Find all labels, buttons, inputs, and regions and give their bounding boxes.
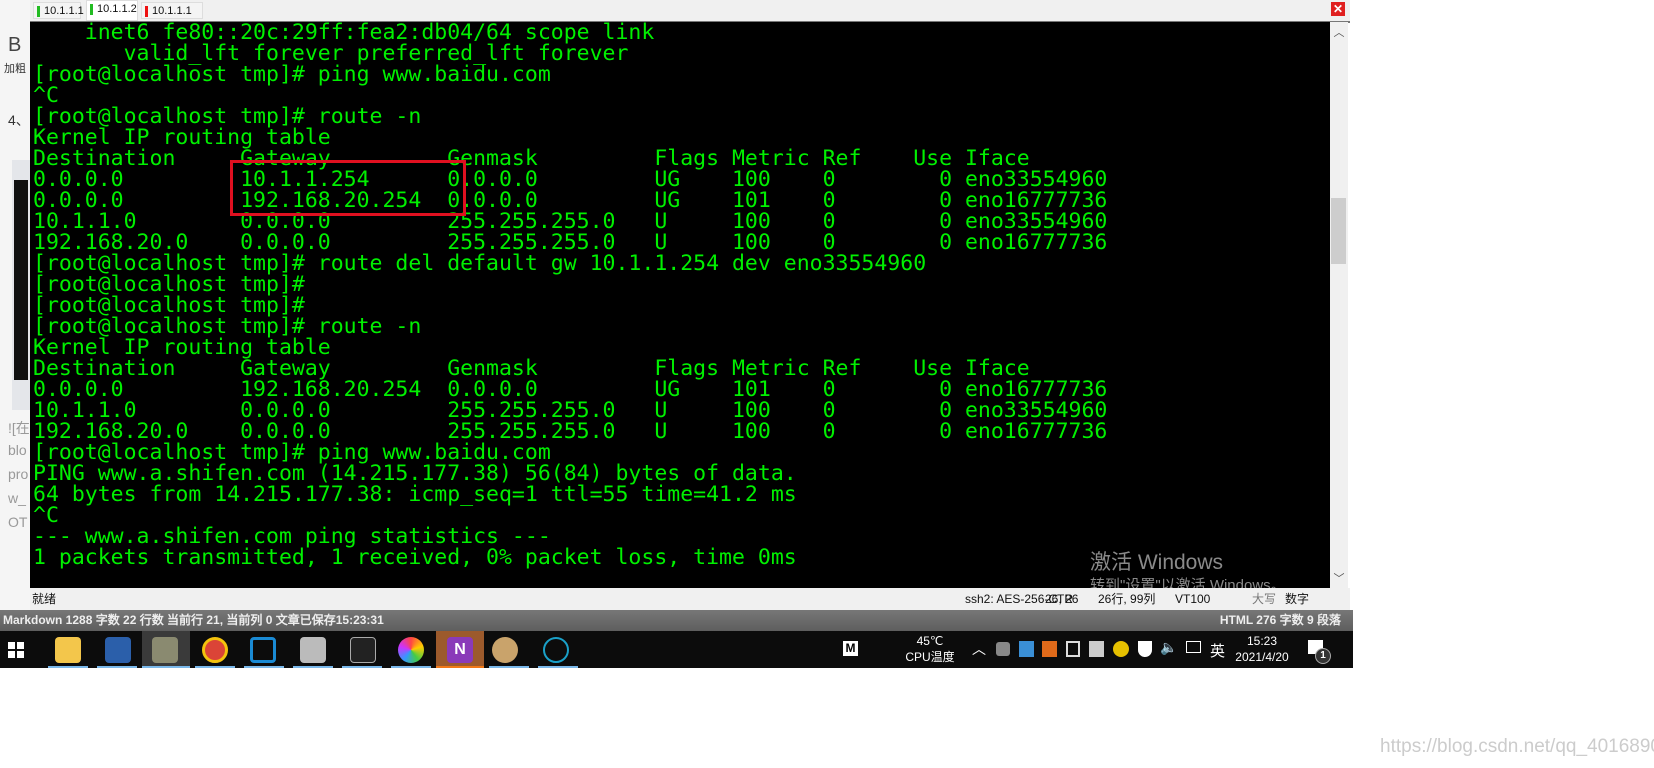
onenote-icon[interactable]: N: [447, 637, 473, 663]
network-icon[interactable]: [1186, 641, 1201, 653]
windows-start-icon[interactable]: [8, 642, 24, 658]
gateway-highlight-box: [230, 160, 466, 216]
csdn-watermark: https://blog.csdn.net/qq_40168905: [1380, 736, 1654, 757]
terminal-lines: inet6 fe80::20c:29ff:fea2:db04/64 scope …: [33, 22, 1107, 568]
status-indicator: [90, 4, 93, 15]
bold-icon[interactable]: B: [8, 34, 21, 57]
v-tray-icon[interactable]: [1089, 641, 1104, 657]
status-num: 数字: [1285, 592, 1310, 606]
terminal-line: 192.168.20.0 0.0.0.0 255.255.255.0 U 100…: [33, 230, 1108, 255]
security-warning-icon[interactable]: [1138, 641, 1152, 657]
paint-icon[interactable]: [492, 637, 518, 663]
tab-label: 10.1.1.1: [44, 5, 84, 17]
clock[interactable]: 15:23 2021/4/20: [1232, 633, 1292, 665]
java-icon[interactable]: [1042, 641, 1057, 657]
status-caps: 大写: [1252, 592, 1277, 606]
session-tab-bar: 10.1.1.1 10.1.1.2 10.1.1.1 (1): [30, 0, 1350, 34]
scroll-up-icon[interactable]: ︿: [1330, 24, 1348, 40]
terminal-line: 64 bytes from 14.215.177.38: icmp_seq=1 …: [33, 482, 797, 507]
terminal-line: [root@localhost tmp]# route -n: [33, 104, 422, 129]
network-tool-icon[interactable]: [300, 637, 326, 663]
cpu-temp-label: CPU温度: [905, 650, 955, 664]
terminal-line: [root@localhost tmp]# route del default …: [33, 251, 927, 276]
plus-tray-icon[interactable]: [1113, 641, 1129, 657]
copy-tray-icon[interactable]: [1066, 641, 1080, 657]
html-stats: HTML 276 字数 9 段落: [1219, 613, 1341, 627]
activation-title: 激活 Windows: [1090, 551, 1224, 574]
snippet: ![在: [8, 420, 30, 436]
tab-10-1-1-1-copy[interactable]: 10.1.1.1 (1): [141, 2, 203, 34]
windows-taskbar: N M 45℃ CPU温度 ︿ 🔈 英 15:23 2021/4/20 1: [0, 631, 1353, 668]
terminal-line: valid_lft forever preferred_lft forever: [33, 41, 629, 66]
snippet: OT: [8, 514, 28, 530]
terminal-line: 10.1.1.0 0.0.0.0 255.255.255.0 U 100 0 0…: [33, 209, 1108, 234]
terminal-line: 10.1.1.0 0.0.0.0 255.255.255.0 U 100 0 0…: [33, 398, 1108, 423]
terminal-line: PING www.a.shifen.com (14.215.177.38) 56…: [33, 461, 797, 486]
status-indicator: [145, 6, 148, 17]
terminal-line: --- www.a.shifen.com ping statistics ---: [33, 524, 551, 549]
terminal-line: Kernel IP routing table: [33, 335, 331, 360]
terminal-line: 192.168.20.0 0.0.0.0 255.255.255.0 U 100…: [33, 419, 1108, 444]
notification-badge: 1: [1315, 648, 1331, 664]
tab-label: 10.1.1.2: [97, 3, 137, 15]
terminal-line: 0.0.0.0 192.168.20.254 0.0.0.0 UG 101 0 …: [33, 188, 1108, 213]
tab-10-1-1-2[interactable]: 10.1.1.2: [86, 0, 138, 21]
close-tab-icon[interactable]: ✕: [1331, 2, 1345, 16]
terminal-line: inet6 fe80::20c:29ff:fea2:db04/64 scope …: [33, 22, 655, 45]
scroll-down-icon[interactable]: ﹀: [1330, 570, 1348, 586]
terminal-line: Destination Gateway Genmask Flags Metric…: [33, 146, 1030, 171]
securecrt-icon[interactable]: [152, 637, 178, 663]
color-app-icon[interactable]: [398, 637, 424, 663]
tab-10-1-1-1[interactable]: 10.1.1.1: [33, 2, 84, 19]
status-cursor: 26, 26: [1045, 592, 1079, 606]
terminal-line: 0.0.0.0 10.1.1.254 0.0.0.0 UG 100 0 0 en…: [33, 167, 1108, 192]
snippet: w_: [8, 490, 26, 506]
terminal-line: ^C: [33, 83, 59, 108]
cloud-off-icon[interactable]: [996, 642, 1010, 656]
terminal-line: [root@localhost tmp]#: [33, 293, 305, 318]
terminal-line: [root@localhost tmp]# ping www.baidu.com: [33, 440, 551, 465]
terminal-output[interactable]: inet6 fe80::20c:29ff:fea2:db04/64 scope …: [30, 22, 1330, 588]
cpu-temp-widget[interactable]: 45℃ CPU温度: [900, 633, 960, 665]
date: 2021/4/20: [1235, 650, 1289, 664]
volume-icon[interactable]: 🔈: [1160, 639, 1177, 656]
snippet: blo: [8, 442, 27, 458]
terminal-line: [root@localhost tmp]# route -n: [33, 314, 422, 339]
snippet: pro: [8, 466, 29, 482]
terminal-line: 0.0.0.0 192.168.20.254 0.0.0.0 UG 101 0 …: [33, 377, 1108, 402]
word-icon[interactable]: [105, 637, 131, 663]
terminal-line: 1 packets transmitted, 1 received, 0% pa…: [33, 545, 797, 570]
tray-app-icon[interactable]: [1019, 641, 1034, 657]
terminal-line: [root@localhost tmp]# ping www.baidu.com: [33, 62, 551, 87]
status-term: VT100: [1175, 592, 1211, 606]
terminal-line: ^C: [33, 503, 59, 528]
chevron-up-icon[interactable]: ︿: [972, 639, 986, 659]
status-indicator: [37, 6, 40, 17]
file-explorer-icon[interactable]: [55, 637, 81, 663]
terminal-line: [root@localhost tmp]#: [33, 272, 305, 297]
time: 15:23: [1246, 634, 1278, 648]
chrome-icon[interactable]: [202, 637, 228, 663]
network-globe-icon[interactable]: [543, 637, 569, 663]
m-app-icon[interactable]: M: [843, 641, 858, 656]
status-size: 26行, 99列: [1098, 592, 1156, 606]
step-number: 4、: [8, 112, 30, 128]
status-ready: 就绪: [32, 592, 57, 606]
bold-label: 加粗: [4, 63, 26, 75]
scrollbar-thumb[interactable]: [1331, 198, 1346, 264]
markdown-stats: Markdown 1288 字数 22 行数 当前行 21, 当前列 0 文章已…: [3, 613, 384, 627]
markdown-status-bar: Markdown 1288 字数 22 行数 当前行 21, 当前列 0 文章已…: [0, 610, 1353, 631]
cpu-temp: 45℃: [916, 634, 944, 648]
csdn-editor-left-strip: B 加粗 4、 ![在 blo pro w_ OT: [0, 0, 30, 630]
cmd-icon[interactable]: [350, 637, 376, 663]
terminal-line: Destination Gateway Genmask Flags Metric…: [33, 356, 1030, 381]
vmware-icon[interactable]: [250, 637, 276, 663]
terminal-line: Kernel IP routing table: [33, 125, 331, 150]
image-thumbnail: [12, 160, 30, 410]
ime-indicator[interactable]: 英: [1210, 640, 1225, 661]
terminal-status-bar: 就绪 ssh2: AES-256-CTR 26, 26 26行, 99列 VT1…: [30, 588, 1350, 611]
terminal-scrollbar[interactable]: ︿ ﹀: [1330, 22, 1348, 588]
